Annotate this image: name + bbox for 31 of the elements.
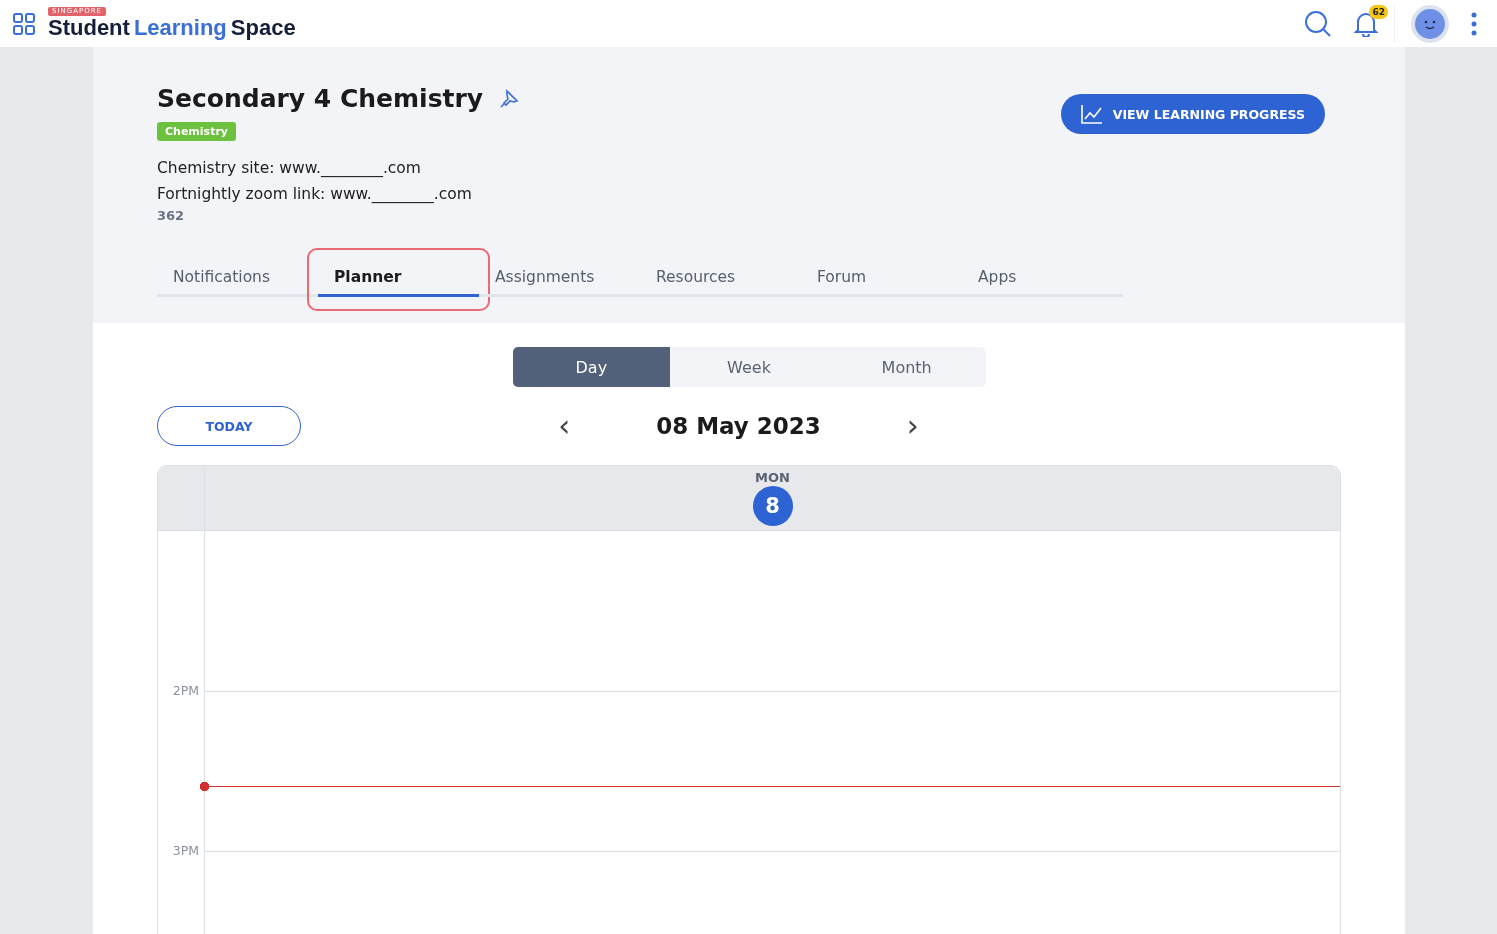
tab[interactable]: Resources — [640, 259, 801, 297]
tab[interactable]: Planner — [318, 259, 479, 297]
logo-text[interactable]: Student Learning Space — [48, 16, 296, 40]
course-description: Chemistry site: www.________.com — [157, 158, 421, 180]
next-button[interactable]: › — [900, 411, 925, 441]
avatar-icon[interactable] — [1411, 4, 1449, 43]
view-toggle-button[interactable]: Week — [670, 347, 828, 387]
current-date: 08 May 2023 — [656, 413, 821, 439]
view-toggle-button[interactable]: Month — [827, 347, 986, 387]
hour-label: 3PM — [172, 843, 199, 858]
tab[interactable]: Notifications — [157, 259, 318, 297]
tab[interactable]: Assignments — [479, 259, 640, 297]
course-count: 362 — [157, 207, 185, 225]
subject-tag: Chemistry — [157, 122, 236, 141]
previous-button[interactable]: ‹ — [552, 411, 577, 441]
tab[interactable]: Forum — [801, 259, 962, 297]
course-title: Secondary 4 Chemistry — [157, 83, 484, 115]
notification-count-badge: 62 — [1369, 4, 1388, 19]
apps-grid-icon[interactable] — [12, 11, 36, 36]
tab[interactable]: Apps — [962, 259, 1123, 297]
today-button[interactable]: TODAY — [157, 406, 301, 446]
view-learning-progress-button[interactable]: VIEW LEARNING PROGRESS — [1060, 94, 1325, 134]
day-name: MON — [755, 470, 790, 485]
pin-icon[interactable] — [499, 89, 520, 109]
view-toggle-button[interactable]: Day — [512, 347, 671, 387]
line-chart-icon — [1080, 104, 1103, 124]
search-icon[interactable] — [1304, 9, 1332, 38]
course-description: Fortnightly zoom link: www.________.com — [157, 184, 472, 206]
day-number-badge: 8 — [752, 486, 793, 526]
hour-label: 2PM — [172, 683, 199, 698]
more-options-icon[interactable] — [1471, 11, 1477, 36]
